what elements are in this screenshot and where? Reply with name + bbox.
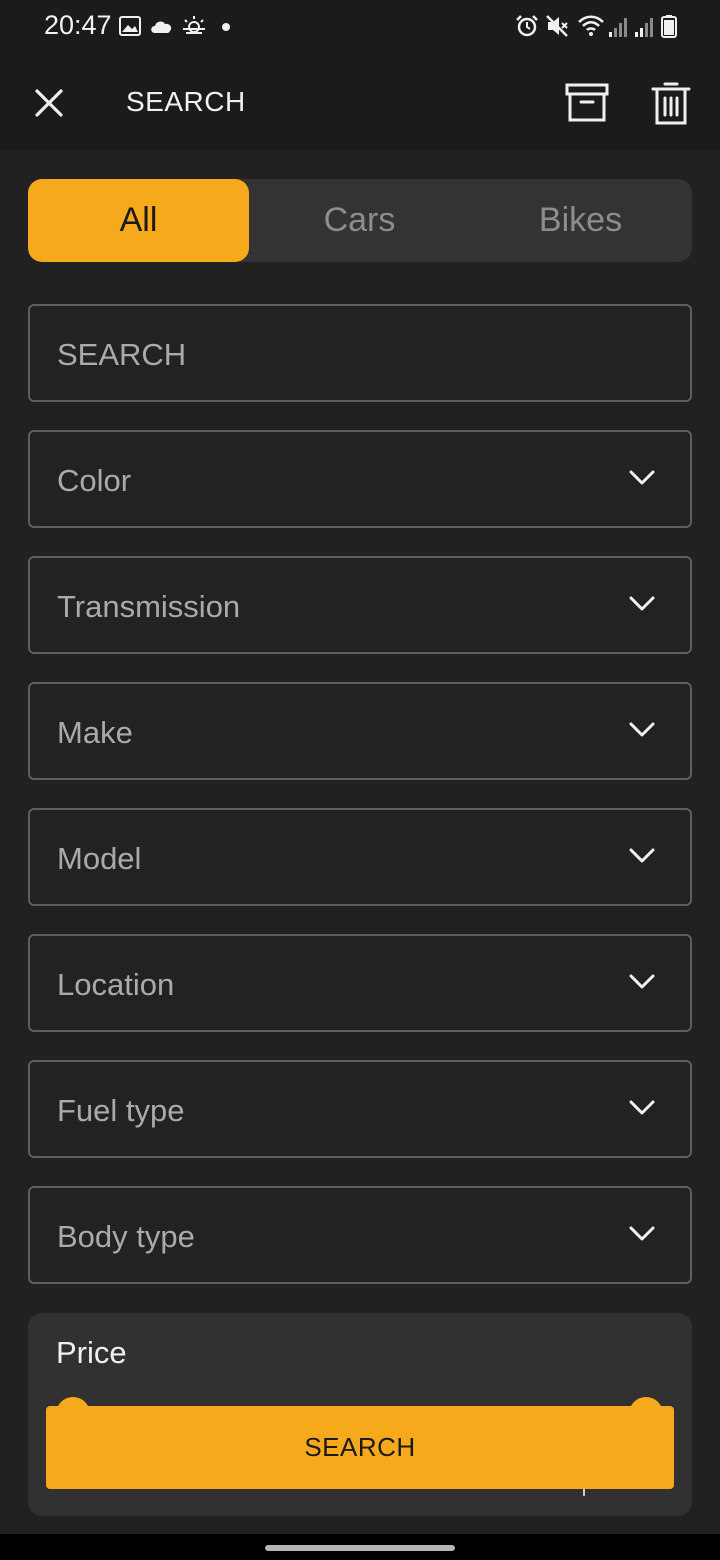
price-label: Price bbox=[56, 1335, 127, 1370]
tab-cars[interactable]: Cars bbox=[249, 179, 470, 262]
wifi-icon bbox=[578, 15, 604, 36]
cloud-icon bbox=[151, 21, 172, 33]
image-icon bbox=[119, 16, 141, 36]
trash-icon bbox=[651, 82, 691, 125]
location-label: Location bbox=[57, 967, 175, 1002]
transmission-label: Transmission bbox=[57, 589, 241, 624]
tab-all[interactable]: All bbox=[28, 179, 249, 262]
dot-icon bbox=[222, 23, 230, 31]
alarm-icon bbox=[516, 15, 538, 37]
color-dropdown[interactable]: Color bbox=[28, 430, 692, 528]
chevron-down-icon bbox=[629, 848, 655, 863]
search-button[interactable]: SEARCH bbox=[46, 1406, 674, 1489]
chevron-down-icon bbox=[629, 974, 655, 989]
search-input[interactable]: SEARCH bbox=[28, 304, 692, 402]
navigation-bar bbox=[0, 1534, 720, 1560]
transmission-dropdown[interactable]: Transmission bbox=[28, 556, 692, 654]
location-dropdown[interactable]: Location bbox=[28, 934, 692, 1032]
model-dropdown[interactable]: Model bbox=[28, 808, 692, 906]
chevron-down-icon bbox=[629, 722, 655, 737]
color-label: Color bbox=[57, 463, 132, 498]
page-title: SEARCH bbox=[126, 86, 246, 117]
status-time: 20:47 bbox=[44, 10, 112, 40]
chevron-down-icon bbox=[629, 470, 655, 485]
app-bar: SEARCH bbox=[0, 54, 720, 150]
close-button[interactable] bbox=[28, 82, 70, 124]
delete-button[interactable] bbox=[650, 80, 692, 128]
battery-icon bbox=[661, 15, 677, 38]
signal-icon bbox=[609, 18, 627, 37]
model-label: Model bbox=[57, 841, 142, 876]
fuel-type-dropdown[interactable]: Fuel type bbox=[28, 1060, 692, 1158]
chevron-down-icon bbox=[629, 596, 655, 611]
tab-bikes[interactable]: Bikes bbox=[470, 179, 691, 262]
archive-icon bbox=[565, 83, 609, 122]
home-handle[interactable] bbox=[265, 1545, 455, 1551]
make-dropdown[interactable]: Make bbox=[28, 682, 692, 780]
signal-icon bbox=[635, 18, 653, 37]
mute-icon bbox=[546, 15, 568, 37]
close-icon bbox=[35, 89, 63, 117]
chevron-down-icon bbox=[629, 1226, 655, 1241]
body-type-label: Body type bbox=[57, 1219, 195, 1254]
archive-button[interactable] bbox=[564, 80, 610, 126]
make-label: Make bbox=[57, 715, 133, 750]
category-tabs: All Cars Bikes bbox=[28, 179, 692, 262]
body-type-dropdown[interactable]: Body type bbox=[28, 1186, 692, 1284]
fuel-type-label: Fuel type bbox=[57, 1093, 185, 1128]
chevron-down-icon bbox=[629, 1100, 655, 1115]
search-placeholder: SEARCH bbox=[57, 337, 187, 372]
status-bar: 20:47 bbox=[0, 0, 720, 54]
weather-icon bbox=[183, 16, 205, 34]
